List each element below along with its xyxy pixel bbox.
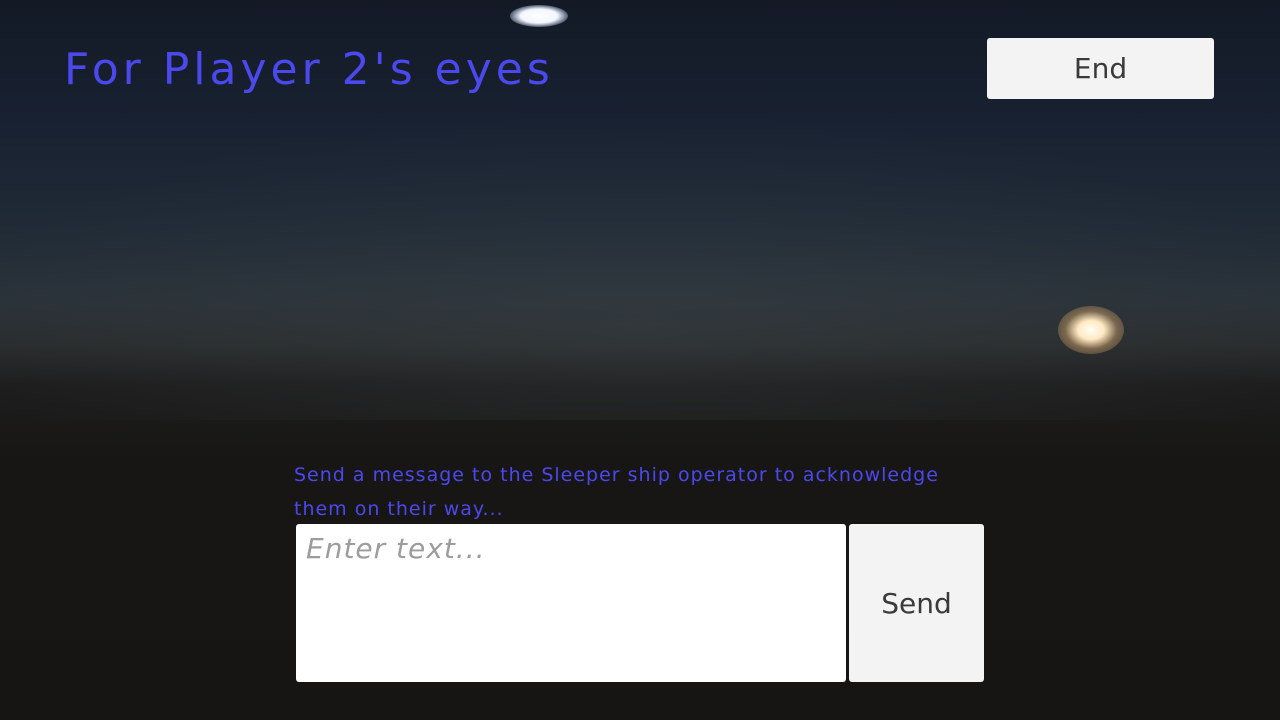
horizon-light-source (1058, 306, 1124, 354)
message-input[interactable] (296, 524, 846, 682)
end-button[interactable]: End (987, 38, 1214, 99)
send-button[interactable]: Send (849, 524, 984, 682)
player-title: For Player 2's eyes (64, 44, 554, 95)
top-light-source (510, 5, 568, 27)
message-prompt: Send a message to the Sleeper ship opera… (294, 464, 939, 520)
